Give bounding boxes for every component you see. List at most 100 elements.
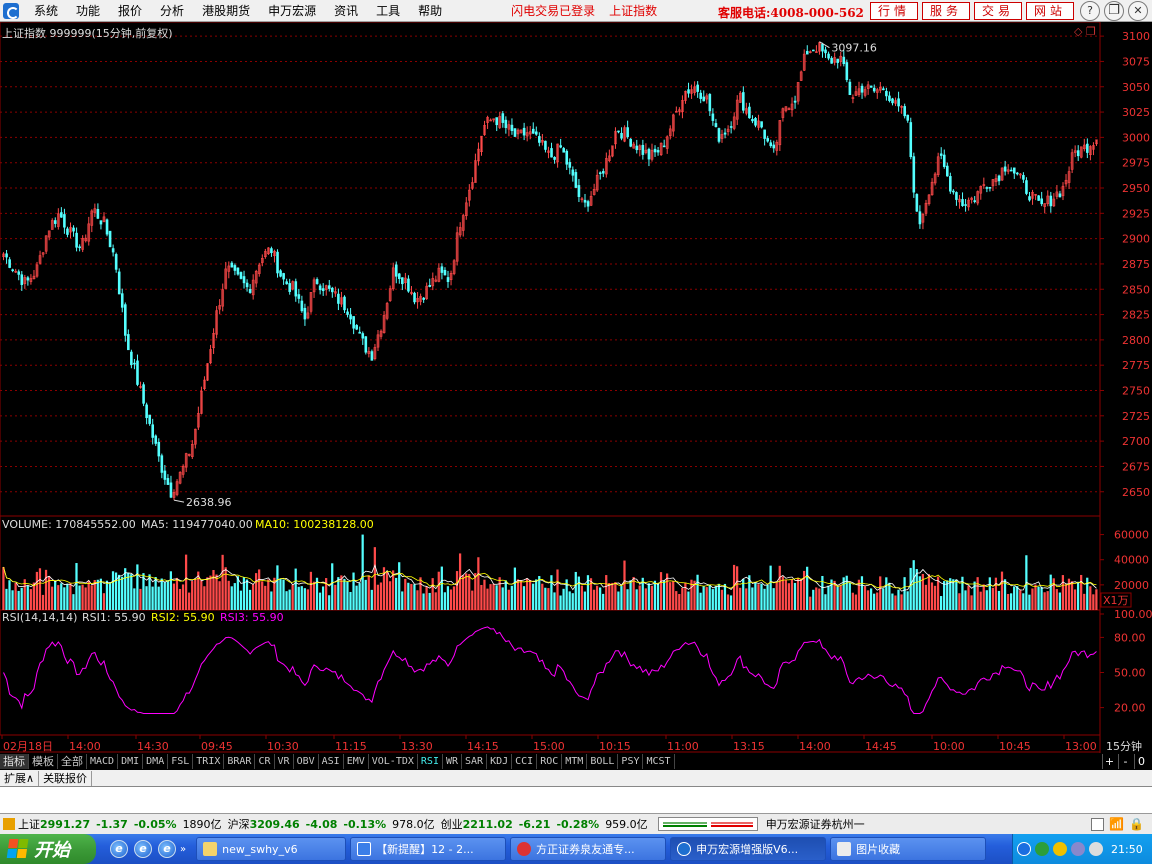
tab-vol-tdx[interactable]: VOL-TDX xyxy=(369,754,418,769)
signal-icon[interactable]: 📶 xyxy=(1109,817,1124,831)
menu-function[interactable]: 功能 xyxy=(67,0,109,22)
volume-bar xyxy=(672,581,675,610)
rsi-tick-label: 100.00 xyxy=(1114,608,1152,621)
menu-quote[interactable]: 报价 xyxy=(109,0,151,22)
tab-trix[interactable]: TRIX xyxy=(193,754,225,769)
browser-icon[interactable]: e xyxy=(158,840,176,858)
task-reminder[interactable]: 【新提醒】12 - 2... xyxy=(350,837,507,861)
candle-body xyxy=(20,274,24,285)
ie2-icon[interactable]: e xyxy=(134,840,152,858)
menu-analysis[interactable]: 分析 xyxy=(151,0,193,22)
volume-bar xyxy=(991,587,994,610)
zoom-in-button[interactable]: + xyxy=(1102,754,1116,769)
volume-bar xyxy=(763,588,766,610)
tab-rsi[interactable]: RSI xyxy=(418,754,443,769)
website-button[interactable]: 网站 xyxy=(1026,2,1074,20)
volume-bar xyxy=(818,588,821,610)
ie-icon[interactable]: e xyxy=(110,840,128,858)
volume-bar xyxy=(419,577,422,610)
tab-macd[interactable]: MACD xyxy=(87,754,119,769)
volume-bar xyxy=(790,579,794,610)
candle-body xyxy=(145,404,148,419)
volume-bar xyxy=(535,579,538,610)
related-quotes-button[interactable]: 关联报价 xyxy=(39,770,93,786)
reset-button[interactable]: 0 xyxy=(1134,754,1148,769)
volume-bar xyxy=(812,589,815,610)
tab-cr[interactable]: CR xyxy=(255,754,275,769)
volume-bar xyxy=(38,568,42,610)
restore-icon[interactable]: ❐ xyxy=(1104,1,1124,21)
volume-bar xyxy=(602,593,605,610)
tab-wr[interactable]: WR xyxy=(443,754,463,769)
layout-icon[interactable] xyxy=(1091,818,1104,831)
tab-sar[interactable]: SAR xyxy=(462,754,488,769)
tray-play-icon[interactable] xyxy=(1053,842,1067,856)
menu-system[interactable]: 系统 xyxy=(25,0,67,22)
lock-icon[interactable]: 🔒 xyxy=(1129,817,1144,831)
quicklaunch-more-icon[interactable]: » xyxy=(180,844,186,855)
volume-bar xyxy=(44,569,48,610)
tab-mcst[interactable]: MCST xyxy=(643,754,675,769)
tab-模板[interactable]: 模板 xyxy=(29,754,58,769)
tab-dmi[interactable]: DMI xyxy=(118,754,144,769)
menu-swhy[interactable]: 申万宏源 xyxy=(259,0,325,22)
volume-bar xyxy=(331,563,334,610)
tray-app-icon[interactable] xyxy=(1035,842,1049,856)
candle-body xyxy=(617,130,620,133)
volume-icon[interactable] xyxy=(1089,842,1103,856)
task-new-swhy[interactable]: new_swhy_v6 xyxy=(196,837,347,861)
volume-bar xyxy=(519,580,523,610)
help-icon[interactable]: ? xyxy=(1080,1,1100,21)
price-tick-label: 2850 xyxy=(1122,283,1150,296)
sh-index-name[interactable]: 上证 xyxy=(18,816,40,832)
close-icon[interactable]: ✕ xyxy=(1128,1,1148,21)
task-swhy-v6[interactable]: 申万宏源增强版V6... xyxy=(670,837,827,861)
tab-obv[interactable]: OBV xyxy=(294,754,319,769)
tray-back-icon[interactable] xyxy=(1017,842,1031,856)
volume-bar xyxy=(483,579,486,610)
tab-mtm[interactable]: MTM xyxy=(562,754,588,769)
tab-boll[interactable]: BOLL xyxy=(587,754,619,769)
zoom-out-button[interactable]: - xyxy=(1118,754,1132,769)
volume-bar xyxy=(702,586,705,610)
chart-area[interactable]: 3100 3075 3050 3025 3000 2975 2950 2925 2900 2875… xyxy=(0,22,1152,755)
current-index-status: 上证指数 xyxy=(609,4,658,18)
cy-index-change: -6.21 xyxy=(518,817,551,831)
menu-help[interactable]: 帮助 xyxy=(409,0,451,22)
hs-index-name[interactable]: 沪深 xyxy=(228,816,250,832)
volume-bar xyxy=(154,577,157,610)
quotes-button[interactable]: 行情 xyxy=(870,2,918,20)
start-button[interactable]: 开始 xyxy=(0,834,96,864)
candle-body xyxy=(148,414,151,424)
candle-body xyxy=(1086,143,1089,153)
candle-body xyxy=(300,300,304,312)
chart-settings-icon[interactable]: ◇ ❐ xyxy=(1074,25,1096,38)
volume-value: VOLUME: 170845552.00 xyxy=(2,518,136,531)
tab-roc[interactable]: ROC xyxy=(537,754,563,769)
task-fangzheng[interactable]: 方正证券泉友通专... xyxy=(510,837,667,861)
tab-vr[interactable]: VR xyxy=(275,754,294,769)
hs-index-amount: 978.0亿 xyxy=(392,818,435,831)
tab-kdj[interactable]: KDJ xyxy=(487,754,513,769)
tab-psy[interactable]: PSY xyxy=(618,754,644,769)
tab-fsl[interactable]: FSL xyxy=(168,754,194,769)
menu-tools[interactable]: 工具 xyxy=(367,0,409,22)
tray-net-icon[interactable] xyxy=(1071,842,1085,856)
tab-brar[interactable]: BRAR xyxy=(224,754,256,769)
cy-index-name[interactable]: 创业 xyxy=(441,816,463,832)
tab-指标[interactable]: 指标 xyxy=(0,754,29,769)
service-button[interactable]: 服务 xyxy=(922,2,970,20)
tab-全部[interactable]: 全部 xyxy=(58,754,87,769)
kline-chart[interactable]: 3100 3075 3050 3025 3000 2975 2950 2925 2900 2875… xyxy=(0,22,1152,753)
alert-icon[interactable] xyxy=(3,818,15,830)
expand-button[interactable]: 扩展∧ xyxy=(0,770,40,786)
tab-cci[interactable]: CCI xyxy=(512,754,538,769)
candle-body xyxy=(355,325,358,330)
trade-button[interactable]: 交易 xyxy=(974,2,1022,20)
tab-dma[interactable]: DMA xyxy=(143,754,169,769)
menu-news[interactable]: 资讯 xyxy=(325,0,367,22)
tab-emv[interactable]: EMV xyxy=(344,754,369,769)
menu-hk-futures[interactable]: 港股期货 xyxy=(193,0,259,22)
task-pictures[interactable]: 图片收藏 xyxy=(830,837,987,861)
tab-asi[interactable]: ASI xyxy=(319,754,344,769)
